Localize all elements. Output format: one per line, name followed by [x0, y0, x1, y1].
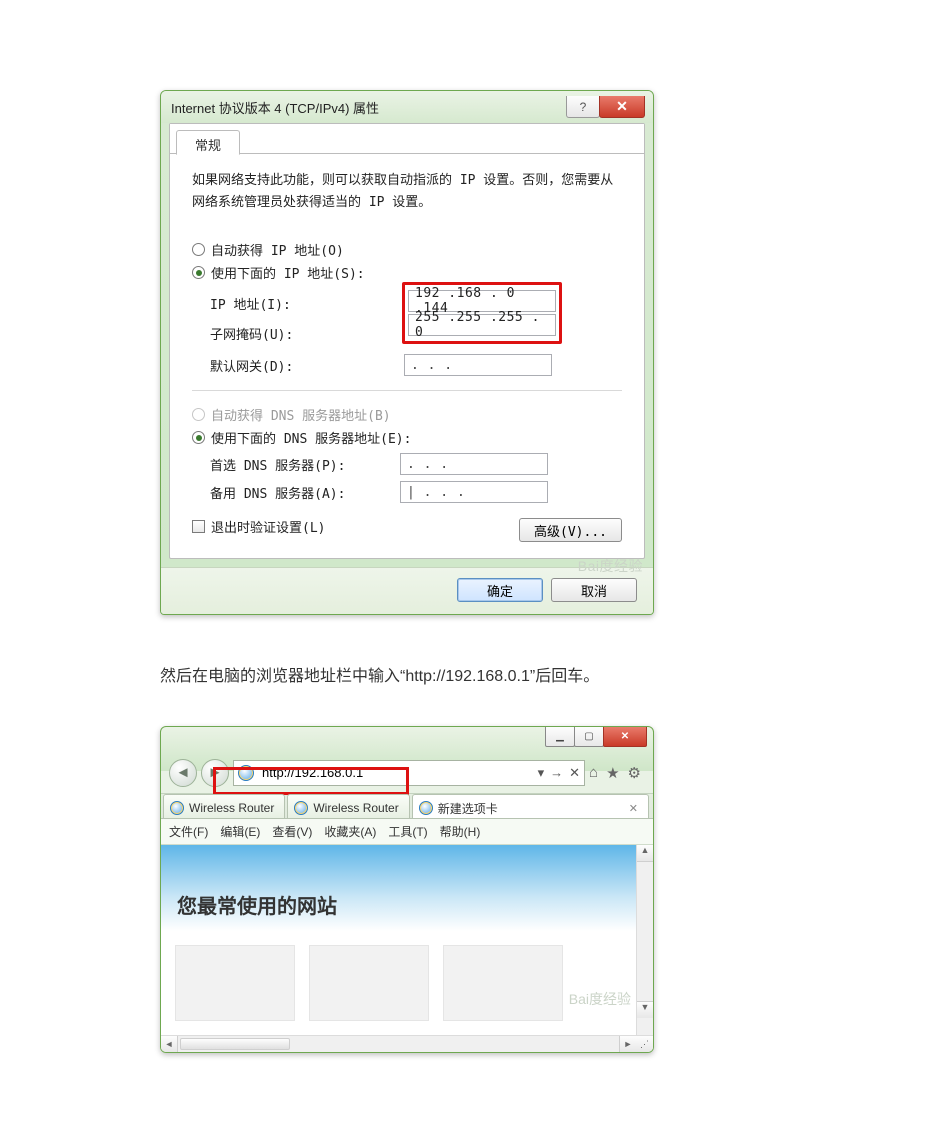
forward-button[interactable]: ►: [201, 759, 229, 787]
radio-use-dns-label: 使用下面的 DNS 服务器地址(E):: [211, 428, 411, 447]
scroll-left-icon[interactable]: ◄: [161, 1036, 178, 1052]
radio-auto-dns: [192, 408, 205, 421]
address-dropdown-icon[interactable]: ▾: [538, 765, 545, 781]
resize-grip-icon[interactable]: ⋰: [636, 1036, 653, 1052]
tab-label: 新建选项卡: [438, 800, 498, 817]
radio-auto-ip-label: 自动获得 IP 地址(O): [211, 240, 344, 259]
label-ip: IP 地址(I):: [210, 294, 400, 313]
help-button[interactable]: ?: [566, 96, 600, 118]
ie-icon: [170, 801, 184, 815]
separator: [192, 390, 622, 391]
tab-new[interactable]: 新建选项卡 ✕: [412, 794, 649, 818]
label-default-gateway: 默认网关(D):: [210, 356, 400, 375]
ip-address-input[interactable]: 192 .168 . 0 .144: [408, 290, 556, 312]
instruction-text: 然后在电脑的浏览器地址栏中输入“http://192.168.0.1”后回车。: [160, 663, 800, 692]
tab-wireless-router-1[interactable]: Wireless Router: [163, 794, 285, 818]
address-bar[interactable]: ▾ → ✕: [233, 760, 585, 786]
banner: 您最常使用的网站: [161, 845, 653, 931]
validate-on-exit-label: 退出时验证设置(L): [211, 517, 325, 536]
menu-file[interactable]: 文件(F): [169, 823, 208, 840]
tab-general[interactable]: 常规: [176, 130, 240, 155]
tab-content: 如果网络支持此功能，则可以获取自动指派的 IP 设置。否则，您需要从网络系统管理…: [170, 154, 644, 558]
tab-label: Wireless Router: [189, 801, 274, 815]
go-icon[interactable]: →: [550, 765, 563, 780]
ok-button[interactable]: 确定: [457, 578, 543, 602]
close-icon: ✕: [616, 98, 628, 115]
close-button[interactable]: ✕: [599, 96, 645, 118]
tab-label: Wireless Router: [313, 801, 398, 815]
scroll-thumb[interactable]: [180, 1038, 290, 1050]
tools-icon[interactable]: ⚙: [628, 764, 641, 782]
speed-dial-tiles: [161, 931, 653, 1035]
banner-heading: 您最常使用的网站: [177, 890, 337, 919]
scroll-right-icon[interactable]: ►: [619, 1036, 636, 1052]
menu-edit[interactable]: 编辑(E): [220, 823, 260, 840]
menu-tools[interactable]: 工具(T): [388, 823, 427, 840]
menu-view[interactable]: 查看(V): [272, 823, 312, 840]
description-text: 如果网络支持此功能，则可以获取自动指派的 IP 设置。否则，您需要从网络系统管理…: [192, 170, 622, 214]
label-preferred-dns: 首选 DNS 服务器(P):: [210, 455, 400, 474]
ie-titlebar: ▁ ▢ ✕: [161, 727, 653, 755]
dialog-title: Internet 协议版本 4 (TCP/IPv4) 属性: [171, 98, 567, 117]
highlight-box-ip: 192 .168 . 0 .144 255 .255 .255 . 0: [402, 282, 562, 344]
cancel-button[interactable]: 取消: [551, 578, 637, 602]
tile[interactable]: [175, 945, 295, 1021]
gateway-input[interactable]: . . .: [404, 354, 552, 376]
dialog-actions: 确定 取消: [161, 567, 653, 614]
scroll-up-icon[interactable]: ▲: [637, 845, 653, 862]
ie-icon: [294, 801, 308, 815]
home-icon[interactable]: ⌂: [589, 764, 598, 781]
maximize-button[interactable]: ▢: [574, 727, 604, 747]
label-subnet-mask: 子网掩码(U):: [210, 324, 400, 343]
ie-icon: [419, 801, 433, 815]
subnet-mask-input[interactable]: 255 .255 .255 . 0: [408, 314, 556, 336]
back-button[interactable]: ◄: [169, 759, 197, 787]
horizontal-scrollbar[interactable]: ◄ ► ⋰: [161, 1035, 653, 1052]
address-input[interactable]: [260, 763, 538, 783]
favorites-icon[interactable]: ★: [606, 764, 619, 782]
dialog-body: 常规 如果网络支持此功能，则可以获取自动指派的 IP 设置。否则，您需要从网络系…: [169, 123, 645, 559]
advanced-button[interactable]: 高级(V)...: [519, 518, 622, 542]
window-close-button[interactable]: ✕: [603, 727, 647, 747]
vertical-scrollbar[interactable]: ▲ ▼: [636, 845, 653, 1035]
tile[interactable]: [309, 945, 429, 1021]
minimize-button[interactable]: ▁: [545, 727, 575, 747]
ie-content-area: 您最常使用的网站 ▲ ▼ Bai度经验: [161, 845, 653, 1035]
radio-auto-dns-label: 自动获得 DNS 服务器地址(B): [211, 405, 391, 424]
menu-help[interactable]: 帮助(H): [440, 823, 481, 840]
preferred-dns-input[interactable]: . . .: [400, 453, 548, 475]
dialog-titlebar: Internet 协议版本 4 (TCP/IPv4) 属性 ? ✕: [161, 91, 653, 123]
ipv4-properties-dialog: Internet 协议版本 4 (TCP/IPv4) 属性 ? ✕ 常规 如果网…: [160, 90, 654, 615]
menu-fav[interactable]: 收藏夹(A): [324, 823, 376, 840]
alternate-dns-input[interactable]: | . . .: [400, 481, 548, 503]
ie-tab-strip: Wireless Router Wireless Router 新建选项卡 ✕: [161, 793, 653, 819]
label-alternate-dns: 备用 DNS 服务器(A):: [210, 483, 400, 502]
scroll-down-icon[interactable]: ▼: [637, 1001, 653, 1018]
radio-use-ip-label: 使用下面的 IP 地址(S):: [211, 263, 365, 282]
validate-on-exit-checkbox[interactable]: [192, 520, 205, 533]
ie-browser-window: ▁ ▢ ✕ ◄ ► ▾ → ✕ ⌂ ★ ⚙: [160, 726, 654, 1053]
radio-use-ip[interactable]: [192, 266, 205, 279]
radio-use-dns[interactable]: [192, 431, 205, 444]
radio-auto-ip[interactable]: [192, 243, 205, 256]
ie-icon: [238, 765, 254, 781]
tab-strip: 常规: [170, 124, 644, 154]
tab-wireless-router-2[interactable]: Wireless Router: [287, 794, 409, 818]
stop-icon[interactable]: ✕: [569, 765, 580, 781]
ie-menu-bar: 文件(F) 编辑(E) 查看(V) 收藏夹(A) 工具(T) 帮助(H): [161, 819, 653, 845]
tab-close-icon[interactable]: ✕: [629, 802, 638, 815]
ie-nav-bar: ◄ ► ▾ → ✕ ⌂ ★ ⚙: [161, 755, 653, 793]
tile[interactable]: [443, 945, 563, 1021]
